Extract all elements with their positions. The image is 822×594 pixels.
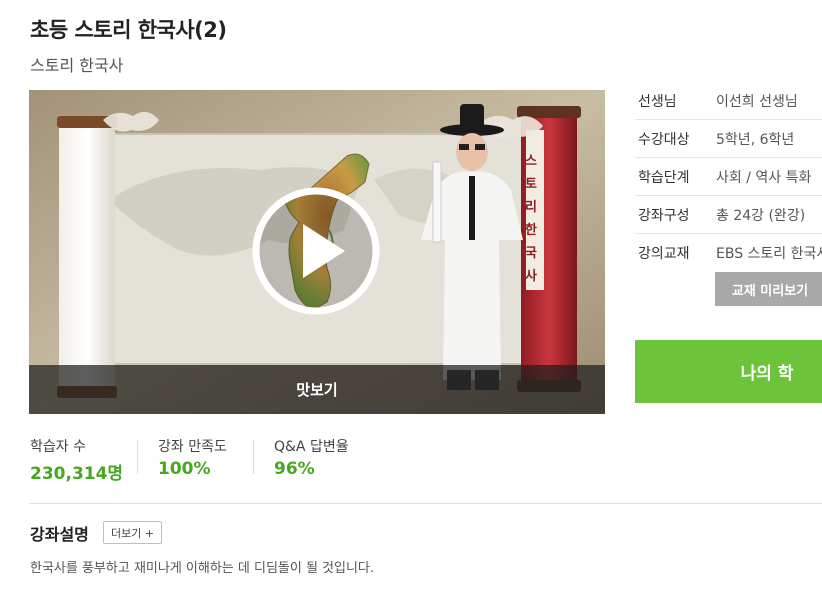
description-title: 강좌설명 [30, 525, 89, 544]
page-title: 초등 스토리 한국사(2) [30, 18, 227, 42]
scroll-char: 리 [525, 200, 537, 215]
info-value: EBS 스토리 한국사 [716, 245, 822, 262]
stat-label: Q&A 답변율 [274, 439, 349, 455]
textbook-preview-button[interactable]: 교재 미리보기 [715, 272, 822, 306]
my-study-label: 나의 학 [740, 364, 794, 384]
section-divider [29, 503, 822, 504]
preview-bar[interactable]: 맛보기 [29, 365, 605, 414]
stat-label: 학습자 수 [30, 439, 86, 455]
stat-satisfaction: 강좌 만족도 100% [158, 436, 227, 479]
more-button[interactable]: 더보기 + [103, 521, 163, 544]
info-value: 사회 / 역사 특화 [716, 169, 812, 186]
page-subtitle: 스토리 한국사 [30, 56, 124, 75]
preview-label: 맛보기 [296, 381, 338, 399]
my-study-button[interactable]: 나의 학 [635, 340, 822, 403]
info-row-level: 학습단계 사회 / 역사 특화 [635, 158, 822, 196]
stat-divider [137, 440, 138, 474]
play-button[interactable] [251, 186, 381, 316]
info-key: 수강대상 [638, 131, 690, 148]
info-key: 학습단계 [638, 169, 690, 186]
info-row-composition: 강좌구성 총 24강 (완강) [635, 196, 822, 234]
info-row-teacher: 선생님 이선희 선생님 [635, 82, 822, 120]
stat-learners: 학습자 수 230,314명 [30, 436, 123, 484]
info-value: 이선희 선생님 [716, 93, 798, 110]
info-key: 선생님 [638, 93, 677, 110]
stat-value: 100% [158, 459, 211, 479]
scroll-char: 토 [525, 177, 537, 192]
course-info-table: 선생님 이선희 선생님 수강대상 5학년, 6학년 학습단계 사회 / 역사 특… [635, 82, 822, 271]
info-key: 강의교재 [638, 245, 690, 262]
play-icon [252, 187, 380, 315]
scroll-char: 스 [525, 154, 537, 169]
stat-divider [253, 440, 254, 474]
info-value: 5학년, 6학년 [716, 131, 795, 148]
info-value: 총 24강 (완강) [716, 207, 806, 224]
scroll-char: 국 [525, 246, 537, 261]
stat-qa-rate: Q&A 답변율 96% [274, 436, 349, 479]
info-row-target: 수강대상 5학년, 6학년 [635, 120, 822, 158]
info-row-textbook: 강의교재 EBS 스토리 한국사 [635, 234, 822, 271]
stat-label: 강좌 만족도 [158, 439, 227, 455]
scroll-char: 사 [525, 269, 537, 284]
scroll-char: 한 [525, 223, 537, 238]
stat-value: 96% [274, 459, 315, 479]
info-key: 강좌구성 [638, 207, 690, 224]
scroll-vertical-text: 스 토 리 한 국 사 [521, 150, 541, 288]
description-text: 한국사를 풍부하고 재미나게 이해하는 데 디딤돌이 될 것입니다. [30, 561, 375, 576]
stat-value: 230,314명 [30, 464, 124, 484]
